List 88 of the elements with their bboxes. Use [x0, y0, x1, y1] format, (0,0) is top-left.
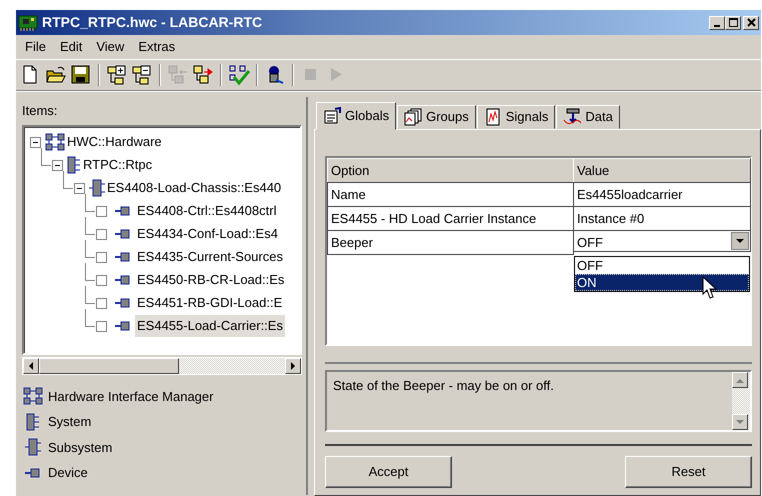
- horizontal-scrollbar[interactable]: [22, 356, 302, 374]
- legend-label: Hardware Interface Manager: [48, 388, 214, 406]
- expand-tree-button[interactable]: [106, 64, 128, 86]
- expand-tree-icon: [106, 64, 128, 86]
- tab[interactable]: Signals: [476, 105, 556, 129]
- dropdown-button[interactable]: [731, 232, 749, 250]
- tree-item[interactable]: ES4434-Conf-Load::Es4: [135, 223, 280, 245]
- vertical-scrollbar[interactable]: [732, 372, 750, 430]
- description-text: State of the Beeper - may be on or off.: [333, 377, 554, 395]
- menu-item[interactable]: File: [18, 35, 53, 59]
- maximize-button[interactable]: [725, 16, 741, 30]
- menu-item[interactable]: Edit: [52, 35, 90, 59]
- scroll-down-button[interactable]: [732, 414, 748, 430]
- minimize-icon: [714, 25, 720, 27]
- right-arrow-icon: [290, 362, 296, 370]
- data-transfer-icon: [563, 108, 582, 126]
- collapse-toggle[interactable]: [30, 136, 41, 148]
- device-icon: [115, 275, 131, 285]
- documents-icon: [404, 108, 422, 126]
- subsystem-icon: [89, 179, 105, 197]
- items-label: Items:: [22, 103, 58, 118]
- down-arrow-icon: [736, 420, 744, 424]
- tree-item[interactable]: RTPC::Rtpc: [81, 154, 154, 176]
- device-icon: [25, 468, 41, 478]
- subsystem-icon: [25, 438, 41, 456]
- column-header[interactable]: Option: [327, 158, 574, 183]
- collapse-tree-icon: [131, 64, 153, 86]
- menu-item[interactable]: View: [89, 35, 132, 59]
- dropdown-option[interactable]: OFF: [575, 257, 749, 274]
- collapse-toggle[interactable]: [74, 182, 85, 194]
- check-icon: [228, 64, 250, 86]
- dialog-button[interactable]: Accept: [325, 456, 452, 488]
- move-out-icon: [192, 64, 214, 86]
- device-icon: [115, 229, 131, 239]
- tree-item[interactable]: ES4450-RB-CR-Load::Es: [135, 269, 286, 291]
- move-in-icon: [167, 64, 189, 86]
- scroll-thumb[interactable]: [39, 358, 179, 374]
- checkbox[interactable]: [96, 252, 107, 262]
- legend-label: System: [48, 413, 92, 431]
- collapse-tree-button[interactable]: [131, 64, 153, 86]
- floppy-disk-button[interactable]: [70, 64, 92, 86]
- close-button[interactable]: [743, 16, 759, 30]
- menu-item[interactable]: Extras: [131, 35, 182, 59]
- tree-item[interactable]: ES4455-Load-Carrier::Es: [135, 315, 285, 337]
- tree-item[interactable]: ES4408-Ctrl::Es4408ctrl: [135, 200, 278, 222]
- window-title: RTPC_RTPC.hwc - LABCAR-RTC: [42, 13, 264, 32]
- legend-label: Subsystem: [48, 438, 112, 457]
- move-out-button[interactable]: [192, 64, 214, 86]
- device-icon: [115, 298, 131, 308]
- system-icon: [26, 412, 40, 431]
- checkbox[interactable]: [96, 228, 107, 240]
- check-button[interactable]: [228, 64, 250, 86]
- dropdown-option[interactable]: ON: [575, 274, 749, 291]
- device-icon: [115, 321, 131, 331]
- tab[interactable]: Groups: [397, 105, 476, 129]
- checkbox[interactable]: [96, 206, 107, 216]
- scroll-up-button[interactable]: [732, 372, 748, 388]
- device-icon: [115, 252, 131, 262]
- tree-item[interactable]: ES4408-Load-Chassis::Es440: [105, 177, 284, 199]
- table-cell: Beeper: [327, 230, 574, 255]
- system-icon: [67, 156, 81, 174]
- scroll-left-button[interactable]: [23, 358, 39, 374]
- legend-label: Device: [48, 464, 88, 482]
- tree-item[interactable]: ES4451-RB-GDI-Load::E: [135, 292, 284, 314]
- left-arrow-icon: [28, 362, 34, 370]
- close-icon: [746, 18, 756, 27]
- tab[interactable]: Globals: [316, 102, 396, 130]
- column-header[interactable]: Value: [573, 158, 751, 183]
- collapse-toggle[interactable]: [52, 160, 63, 170]
- dialog-button[interactable]: Reset: [625, 456, 752, 488]
- dropdown[interactable]: OFF: [573, 230, 751, 252]
- up-arrow-icon: [736, 378, 744, 382]
- properties-icon: [323, 107, 341, 125]
- hardware-icon: [45, 133, 65, 151]
- circuit-board-icon: [18, 15, 38, 32]
- tree-item[interactable]: HWC::Hardware: [65, 131, 164, 153]
- signal-chart-icon: [484, 108, 502, 126]
- checkbox[interactable]: [96, 298, 107, 308]
- minimize-button[interactable]: [709, 16, 725, 30]
- checkbox[interactable]: [96, 274, 107, 286]
- scroll-right-button[interactable]: [285, 358, 301, 374]
- device-icon: [115, 206, 131, 216]
- tab[interactable]: Data: [556, 105, 620, 129]
- maximize-icon: [728, 18, 738, 27]
- caret-icon: [736, 238, 744, 244]
- hardware-icon: [23, 387, 43, 406]
- checkbox[interactable]: [96, 320, 107, 332]
- tree-item[interactable]: ES4435-Current-Sources: [135, 246, 285, 268]
